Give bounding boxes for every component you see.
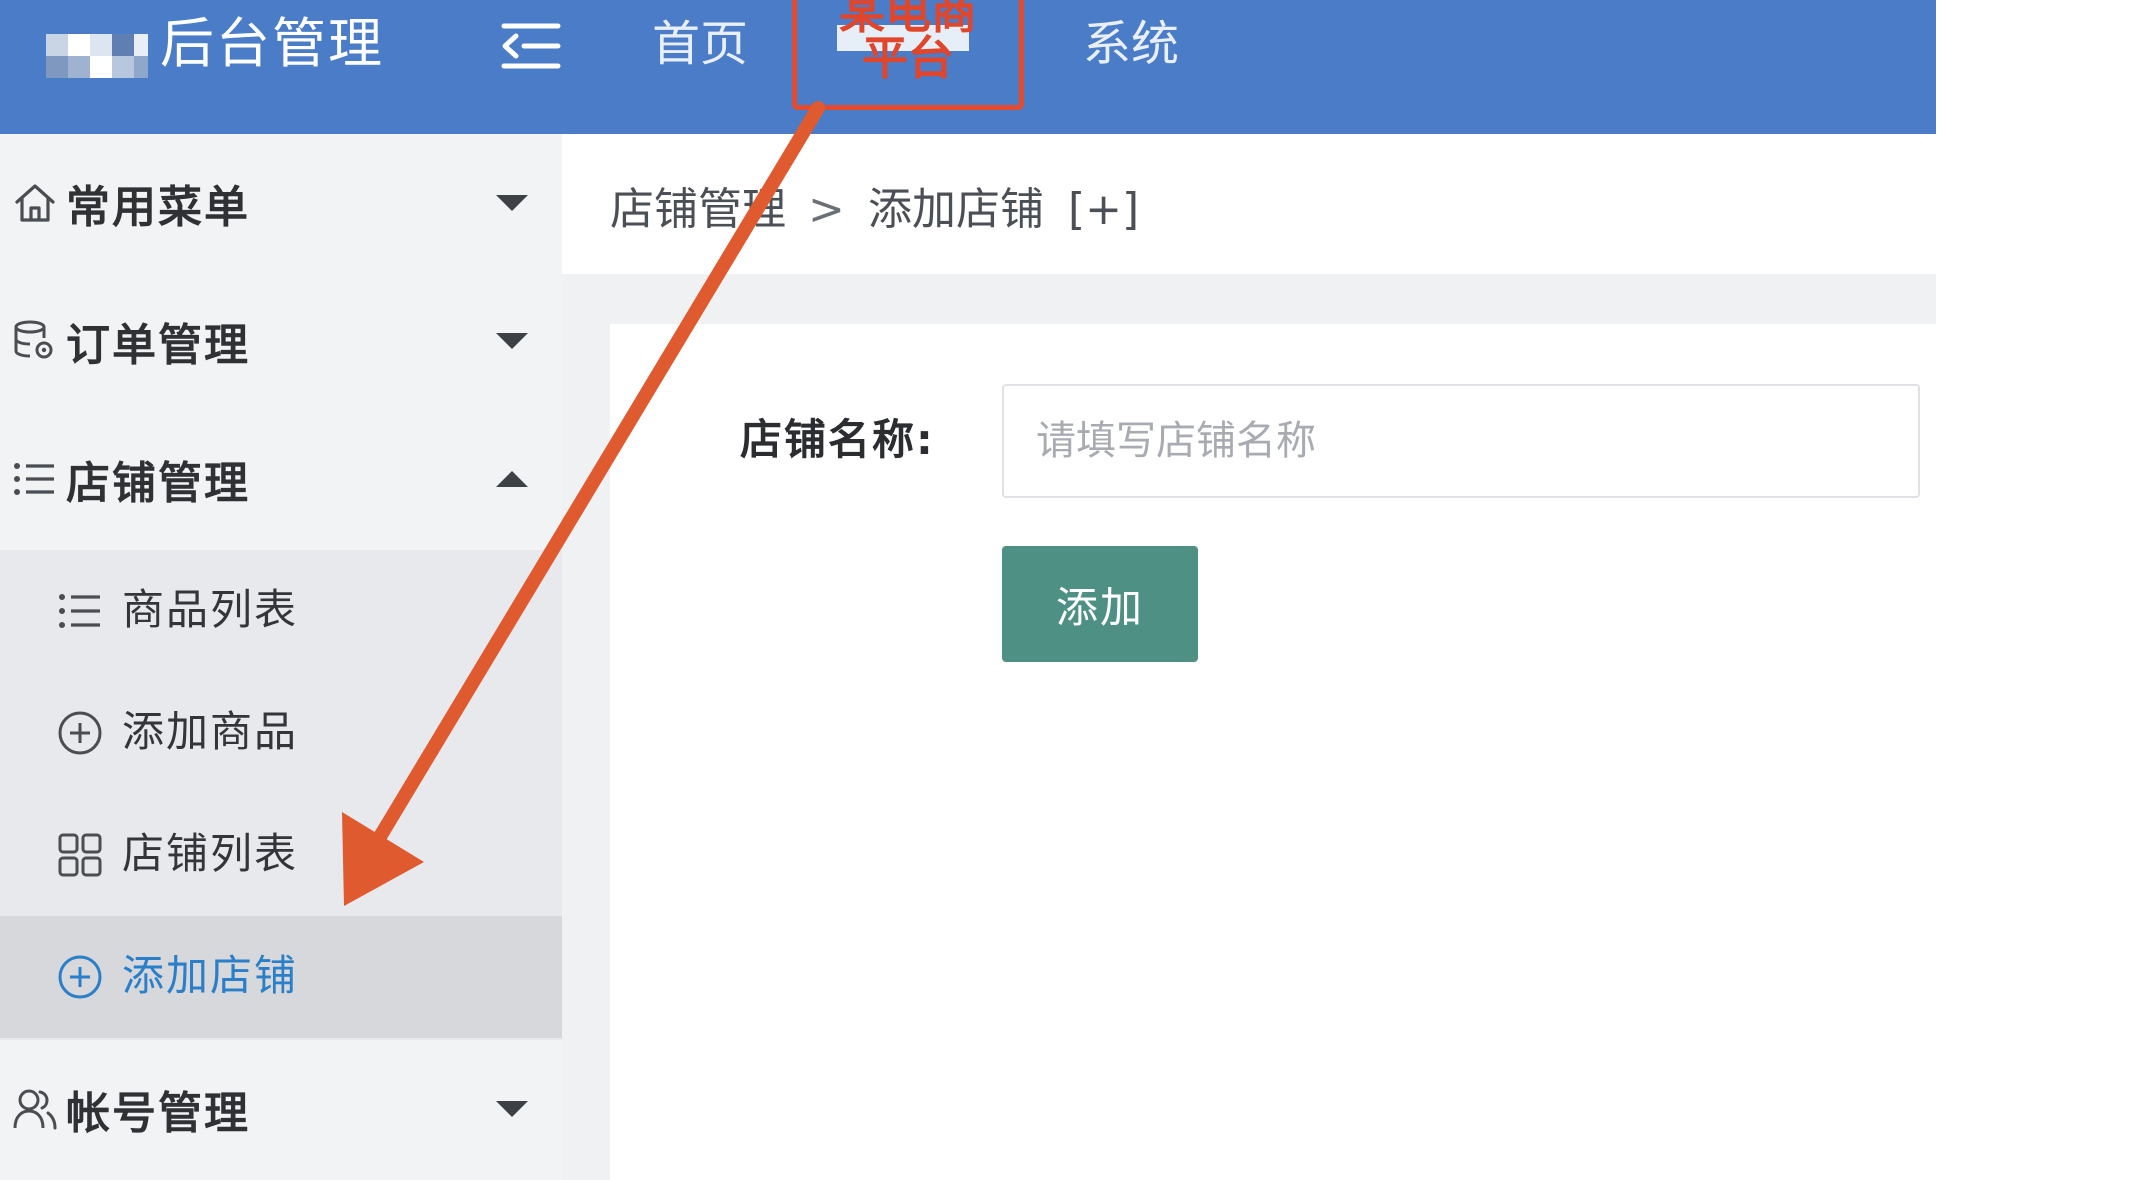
list-icon xyxy=(56,587,104,635)
sidebar-item-label: 商品列表 xyxy=(122,585,299,634)
breadcrumb-current: 添加店铺 xyxy=(868,184,1044,235)
nav-ecommerce-label-line2: 平台 xyxy=(862,31,954,85)
chevron-down-icon xyxy=(494,1097,530,1121)
sidebar-item-add-shop[interactable]: 添加店铺 xyxy=(0,916,562,1038)
home-icon xyxy=(12,180,58,226)
plus-circle-icon xyxy=(56,709,104,757)
sidebar-group-common-menu[interactable]: 常用菜单 xyxy=(0,134,562,272)
sidebar-group-shop-management[interactable]: 店铺管理 xyxy=(0,410,562,548)
chevron-down-icon xyxy=(494,191,530,215)
top-header: 后台管理 首页 某电商 平台 系统 xyxy=(0,0,1936,134)
sidebar-item-product-list[interactable]: 商品列表 xyxy=(0,550,562,672)
sidebar-group-label: 常用菜单 xyxy=(66,182,250,233)
plus-circle-icon xyxy=(56,953,104,1001)
admin-app: 后台管理 首页 某电商 平台 系统 常用菜单 订单管理 店铺管理 商品列表 添加… xyxy=(0,0,1936,1180)
chevron-up-icon xyxy=(494,467,530,491)
sidebar-group-accounts[interactable]: 帐号管理 xyxy=(0,1040,562,1178)
sidebar-group-label: 帐号管理 xyxy=(66,1088,250,1139)
sidebar: 常用菜单 订单管理 店铺管理 商品列表 添加商品 店铺列表 添加店铺 帐号管理 xyxy=(0,134,562,1180)
sidebar-item-add-product[interactable]: 添加商品 xyxy=(0,672,562,794)
breadcrumb: 店铺管理 > 添加店铺 [+] xyxy=(562,134,1936,274)
sidebar-item-shop-list[interactable]: 店铺列表 xyxy=(0,794,562,916)
chevron-down-icon xyxy=(494,329,530,353)
breadcrumb-separator: > xyxy=(808,184,845,235)
sidebar-item-label: 店铺列表 xyxy=(122,829,299,878)
shop-name-label: 店铺名称: xyxy=(740,415,935,464)
nav-home[interactable]: 首页 xyxy=(652,12,748,76)
shop-management-submenu: 商品列表 添加商品 店铺列表 添加店铺 xyxy=(0,550,562,1040)
shop-name-input[interactable] xyxy=(1002,384,1920,498)
sidebar-group-label: 订单管理 xyxy=(66,320,250,371)
database-gear-icon xyxy=(12,318,58,364)
app-title: 后台管理 xyxy=(160,12,384,75)
nav-ecommerce-platform[interactable]: 某电商 平台 xyxy=(792,0,1024,110)
nav-system[interactable]: 系统 xyxy=(1083,12,1179,76)
add-shop-button[interactable]: 添加 xyxy=(1002,546,1198,662)
open-tab-button[interactable]: [+] xyxy=(1068,180,1139,240)
list-icon xyxy=(12,456,58,502)
breadcrumb-parent[interactable]: 店铺管理 xyxy=(610,180,786,240)
sidebar-item-label: 添加店铺 xyxy=(122,951,299,1000)
sidebar-group-orders[interactable]: 订单管理 xyxy=(0,272,562,410)
sidebar-group-label: 店铺管理 xyxy=(66,458,250,509)
sidebar-item-label: 添加商品 xyxy=(122,707,299,756)
logo[interactable]: 后台管理 xyxy=(40,12,384,78)
users-icon xyxy=(12,1086,58,1132)
grid-icon xyxy=(56,831,104,879)
indent-icon[interactable] xyxy=(500,20,562,72)
logo-image xyxy=(40,14,152,78)
